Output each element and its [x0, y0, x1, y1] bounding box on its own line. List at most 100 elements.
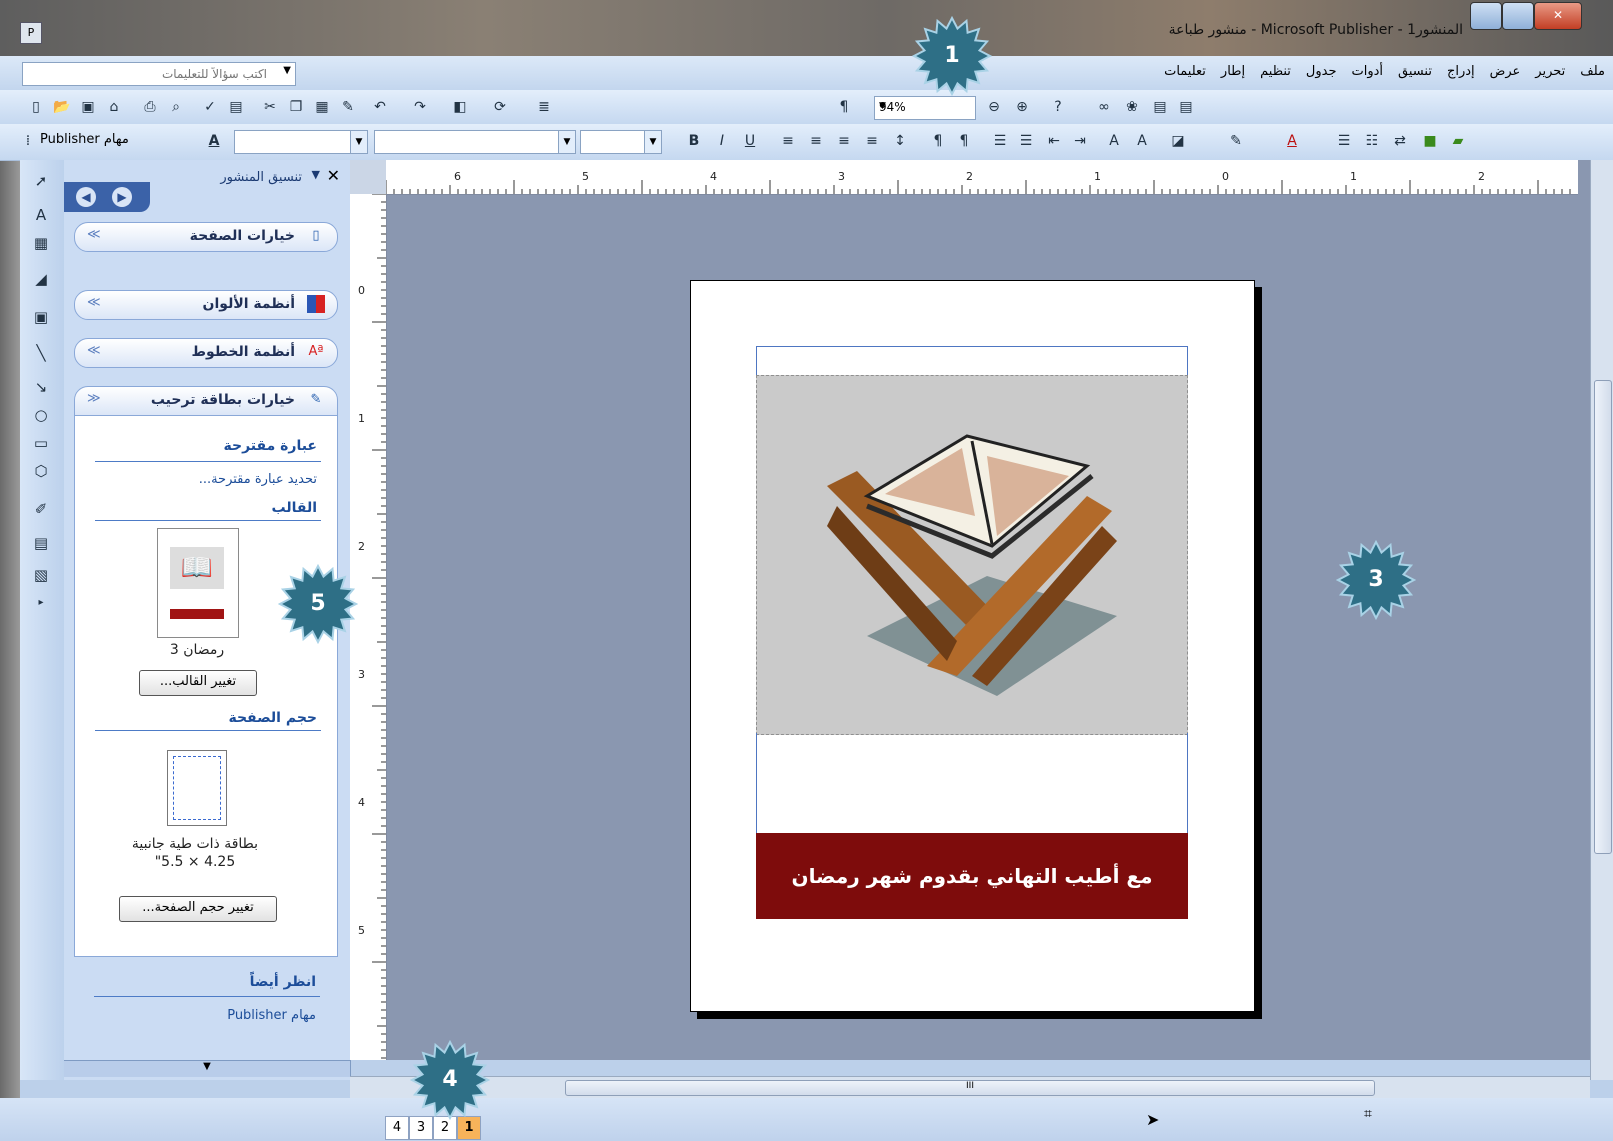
wordart-icon[interactable]: ◢ [30, 268, 52, 290]
publisher-tasks-link[interactable]: مهام Publisher [227, 1008, 316, 1023]
chevron-down-icon[interactable]: ≫ [87, 295, 101, 310]
suggested-link[interactable]: تحديد عبارة مقترحة... [199, 472, 317, 487]
print-preview-icon[interactable]: ⌕ [166, 97, 186, 117]
change-page-size-button[interactable]: تغيير حجم الصفحة... [119, 896, 277, 922]
justify-icon[interactable]: ≡ [862, 131, 882, 151]
section-color-schemes[interactable]: أنظمة الألوان ≫ [74, 290, 338, 320]
font-select[interactable]: ▼ [374, 130, 576, 154]
text-frame-bottom[interactable] [756, 733, 1188, 834]
zoom-select[interactable]: 94% ▼ [874, 96, 976, 120]
scroll-thumb[interactable] [1594, 380, 1612, 854]
design-gallery-icon[interactable]: ▤ [30, 532, 52, 554]
publisher-icon[interactable]: P [20, 22, 42, 44]
scroll-thumb[interactable]: III [565, 1080, 1375, 1096]
copy-icon[interactable]: ❐ [286, 97, 306, 117]
ask-question-box[interactable]: ▼ [22, 62, 296, 86]
chevron-down-icon[interactable]: ▼ [283, 65, 291, 76]
align-left-icon[interactable]: ≡ [778, 131, 798, 151]
new-icon[interactable]: ▯ [26, 97, 46, 117]
style-select[interactable]: ▼ [234, 130, 368, 154]
save-icon[interactable]: ▣ [78, 97, 98, 117]
rotate-icon[interactable]: ⟳ [490, 97, 510, 117]
underline-icon[interactable]: U [740, 131, 760, 151]
forward-icon[interactable]: ▶ [112, 187, 132, 207]
chevron-down-icon[interactable]: ▼ [644, 131, 661, 153]
maximize-icon[interactable] [1502, 2, 1534, 30]
section-page-options[interactable]: ▯ خيارات الصفحة ≫ [74, 222, 338, 252]
redo-icon[interactable]: ↷ [410, 97, 430, 117]
more-buttons-icon[interactable]: ▸ [30, 592, 52, 614]
help-icon[interactable]: ? [1048, 97, 1068, 117]
task-pane-title[interactable]: تنسيق المنشور [220, 170, 302, 185]
menu-view[interactable]: عرض [1490, 64, 1521, 79]
rtl-icon[interactable]: ¶ [954, 131, 974, 151]
arrow-icon[interactable]: ↘ [30, 376, 52, 398]
align-right-icon[interactable]: ≡ [834, 131, 854, 151]
greeting-banner[interactable]: مع أطيب التهاني بقدوم شهر رمضان [756, 833, 1188, 919]
chevron-down-icon[interactable]: ▼ [350, 131, 367, 153]
print-icon[interactable]: ⎙ [140, 97, 160, 117]
ltr-icon[interactable]: ¶ [928, 131, 948, 151]
open-icon[interactable]: 📂 [52, 97, 72, 117]
menu-format[interactable]: تنسيق [1398, 64, 1432, 79]
bold-icon[interactable]: B [684, 131, 704, 151]
autoshapes-icon[interactable]: ⬡ [30, 460, 52, 482]
task-pane-icon[interactable]: ⁞ [18, 131, 38, 151]
ask-question-input[interactable] [25, 63, 269, 85]
web-icon[interactable]: ❀ [1122, 97, 1142, 117]
spelling-icon[interactable]: ✓ [200, 97, 220, 117]
zoom-in-icon[interactable]: ⊕ [1012, 97, 1032, 117]
research-icon[interactable]: ▤ [226, 97, 246, 117]
line-icon[interactable]: ╲ [30, 342, 52, 364]
close-icon[interactable]: ✕ [1534, 2, 1582, 30]
decrease-indent-icon[interactable]: ⇤ [1044, 131, 1064, 151]
chevron-down-icon[interactable]: ▼ [558, 131, 575, 153]
line-color-icon[interactable]: ✎ [1226, 131, 1246, 151]
item-library-icon[interactable]: ▧ [30, 564, 52, 586]
ruler-corner[interactable] [350, 160, 386, 194]
line-style-icon[interactable]: ☰ [1334, 131, 1354, 151]
menu-table[interactable]: جدول [1306, 64, 1337, 79]
pilcrow-icon[interactable]: ¶ [834, 97, 854, 117]
chevron-down-icon[interactable]: ▼ [879, 101, 971, 111]
align-center-icon[interactable]: ≡ [806, 131, 826, 151]
page-nav-icon[interactable]: ▤ [1150, 97, 1170, 117]
chevron-up-icon[interactable]: ≪ [87, 391, 101, 406]
chevron-down-icon[interactable]: ≫ [87, 227, 101, 242]
line-spacing-icon[interactable]: ↕ [890, 131, 910, 151]
page-tab[interactable]: 4 [385, 1116, 409, 1140]
format-painter-icon[interactable]: ✎ [338, 97, 358, 117]
vertical-scrollbar[interactable] [1590, 160, 1613, 1080]
menu-insert[interactable]: إدراج [1447, 64, 1475, 79]
menu-arrange[interactable]: تنظيم [1260, 64, 1291, 79]
menu-file[interactable]: ملف [1580, 64, 1605, 79]
rectangle-icon[interactable]: ▭ [30, 432, 52, 454]
task-pane-scroll[interactable]: ▼ [64, 1060, 350, 1077]
undo-icon[interactable]: ↶ [370, 97, 390, 117]
menu-tools[interactable]: أدوات [1352, 64, 1384, 79]
cut-icon[interactable]: ✂ [260, 97, 280, 117]
dash-style-icon[interactable]: ☷ [1362, 131, 1382, 151]
horizontal-ruler[interactable]: 6 5 4 3 2 1 0 1 2 [385, 160, 1578, 195]
hotspot-icon[interactable]: ✐ [30, 498, 52, 520]
numbering-icon[interactable]: ☰ [990, 131, 1010, 151]
font-color-icon[interactable]: A [1282, 131, 1302, 151]
section-card-options[interactable]: ✎ خيارات بطاقة ترحيب ≪ [74, 386, 338, 416]
3d-style-icon[interactable]: ▰ [1448, 131, 1468, 151]
page-size-thumbnail[interactable] [167, 750, 227, 826]
menu-edit[interactable]: تحرير [1535, 64, 1565, 79]
chevron-down-icon[interactable]: ▼ [203, 1061, 211, 1072]
back-icon[interactable]: ◀ [76, 187, 96, 207]
horizontal-scrollbar[interactable]: III [350, 1076, 1590, 1099]
menu-help[interactable]: تعليمات [1164, 64, 1206, 79]
close-icon[interactable]: ✕ [327, 166, 340, 185]
grow-font-icon[interactable]: A [1132, 131, 1152, 151]
font-size-select[interactable]: ▼ [580, 130, 662, 154]
permission-icon[interactable]: ⌂ [104, 97, 124, 117]
picture-frame-icon[interactable]: ▣ [30, 306, 52, 328]
picture-frame[interactable] [756, 375, 1188, 735]
text-frame-top[interactable] [756, 346, 1188, 377]
chevron-down-icon[interactable]: ▼ [312, 168, 320, 181]
insert-table-icon[interactable]: ▦ [30, 232, 52, 254]
zoom-out-icon[interactable]: ⊖ [984, 97, 1004, 117]
